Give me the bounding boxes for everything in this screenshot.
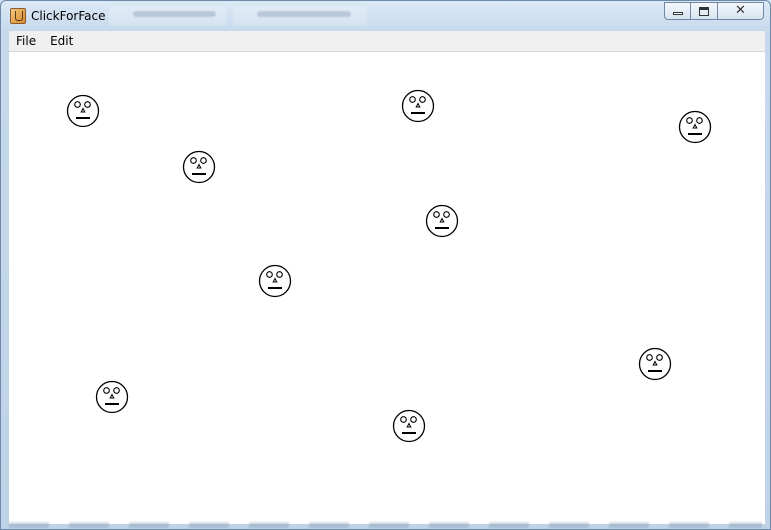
menu-bar: File Edit	[9, 31, 765, 51]
face-icon	[182, 150, 216, 184]
window-title: ClickForFace	[31, 9, 106, 23]
java-app-icon	[10, 8, 26, 24]
drawing-canvas[interactable]	[9, 51, 765, 524]
face-icon	[401, 89, 435, 123]
face-icon	[258, 264, 292, 298]
face-icon	[95, 380, 129, 414]
face-icon	[425, 204, 459, 238]
title-bar[interactable]: ClickForFace ✕	[1, 1, 770, 31]
face-icon	[678, 110, 712, 144]
menu-file[interactable]: File	[9, 31, 43, 51]
face-icon	[638, 347, 672, 381]
app-window: ClickForFace ✕ File Edit	[0, 0, 771, 530]
window-controls: ✕	[664, 2, 764, 22]
close-icon[interactable]: ✕	[718, 2, 764, 20]
background-tab-ghost	[109, 6, 227, 26]
face-icon	[392, 409, 426, 443]
background-tab-ghost	[233, 6, 367, 26]
maximize-icon[interactable]	[691, 2, 718, 20]
minimize-icon[interactable]	[664, 2, 691, 20]
menu-edit[interactable]: Edit	[43, 31, 80, 51]
close-glyph: ✕	[735, 3, 746, 18]
face-icon	[66, 94, 100, 128]
background-window-ghost	[9, 522, 762, 528]
